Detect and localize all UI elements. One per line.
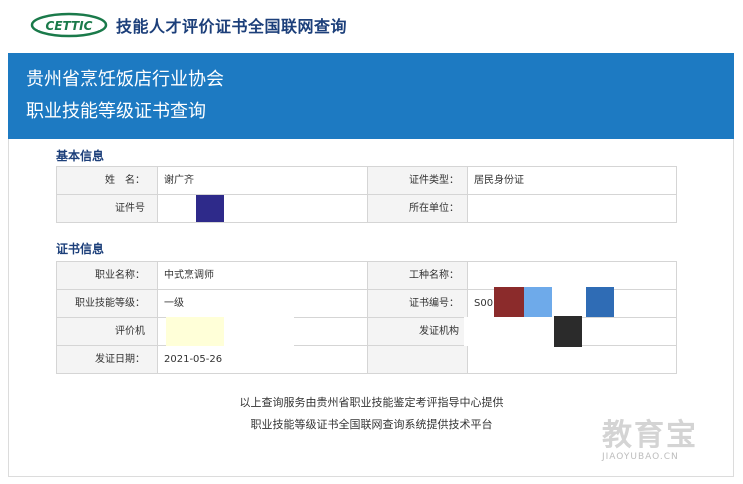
logo-text: CETTIC (46, 19, 93, 33)
org-banner: 贵州省烹饪饭店行业协会 职业技能等级证书查询 (8, 53, 734, 139)
cert-no-value: S00 (467, 287, 677, 318)
redaction-block (494, 287, 524, 317)
site-title: 技能人才评价证书全国联网查询 (116, 17, 348, 36)
table-row: 姓 名： 谢广齐 证件类型： 居民身份证 (56, 166, 677, 195)
issue-date-label: 发证日期： (56, 345, 158, 374)
redaction-block (464, 317, 554, 346)
page-title: 职业技能等级证书查询 (26, 101, 206, 122)
certificate-info-heading: 证书信息 (56, 242, 105, 256)
redaction-block (554, 316, 582, 347)
level-label: 职业技能等级： (56, 289, 158, 318)
org-name: 贵州省烹饪饭店行业协会 (26, 69, 224, 90)
level-value: 一级 (157, 289, 368, 318)
name-label: 姓 名： (56, 166, 158, 195)
id-no-label: 证件号 (56, 194, 158, 223)
redaction-block (586, 287, 614, 317)
id-no-value (157, 194, 368, 223)
employer-label: 所在单位： (367, 194, 468, 223)
cert-no-label: 证书编号： (367, 289, 468, 318)
table-row: 发证日期： 2021-05-26 (56, 345, 677, 374)
redaction-block (166, 317, 224, 346)
redaction-block (552, 287, 586, 317)
table-row: 职业技能等级： 一级 证书编号： S00 (56, 287, 677, 318)
redaction-block (196, 195, 224, 222)
watermark-url: JIAOYUBAO.CN (602, 452, 679, 462)
empty-value-cell (467, 345, 677, 374)
table-row: 职业名称： 中式烹调师 工种名称： (56, 261, 677, 290)
job-type-value (467, 261, 677, 290)
redaction-block (224, 317, 294, 346)
occupation-label: 职业名称： (56, 261, 158, 290)
top-header: CETTIC 技能人才评价证书全国联网查询 (0, 0, 743, 50)
occupation-value: 中式烹调师 (157, 261, 368, 290)
watermark: 教育宝 JIAOYUBAO.CN (602, 410, 732, 470)
certificate-info-table: 职业名称： 中式烹调师 工种名称： 职业技能等级： 一级 证书编号： S00 评… (56, 261, 677, 374)
redaction-block (524, 287, 552, 317)
cettic-logo: CETTIC (30, 12, 108, 38)
employer-value (467, 194, 677, 223)
table-row: 评价机 发证机构 (56, 316, 677, 347)
job-type-label: 工种名称： (367, 261, 468, 290)
issuer-value (464, 316, 677, 347)
issue-date-value: 2021-05-26 (157, 345, 368, 374)
id-type-value: 居民身份证 (467, 166, 677, 195)
footer-service-note: 以上查询服务由贵州省职业技能鉴定考评指导中心提供 (239, 396, 504, 409)
table-row: 证件号 所在单位： (56, 194, 677, 223)
evaluator-label: 评价机 (56, 317, 158, 346)
name-value: 谢广齐 (157, 166, 368, 195)
id-type-label: 证件类型： (367, 166, 468, 195)
issuer-label: 发证机构 (367, 317, 468, 346)
basic-info-heading: 基本信息 (56, 149, 105, 163)
watermark-text: 教育宝 (602, 418, 698, 453)
evaluator-value (157, 317, 368, 346)
empty-label-cell (367, 345, 468, 374)
basic-info-table: 姓 名： 谢广齐 证件类型： 居民身份证 证件号 所在单位： (56, 166, 677, 223)
